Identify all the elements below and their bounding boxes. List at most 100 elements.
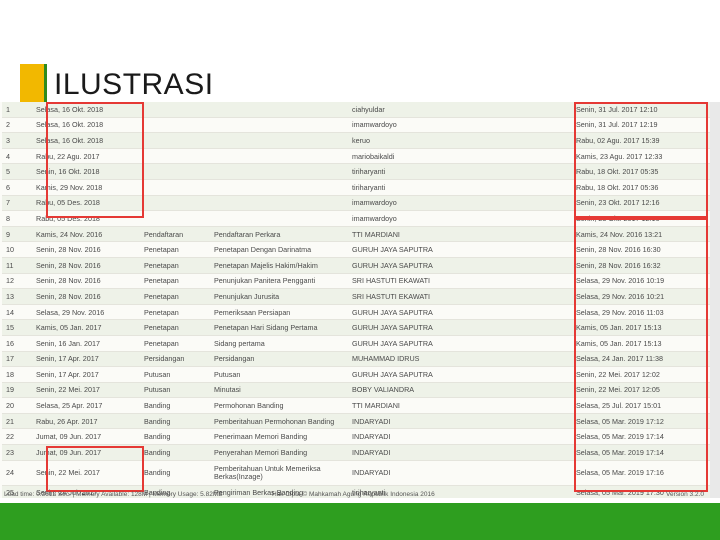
version-text: Version 3.2.0 <box>666 491 704 498</box>
cell-user: MUHAMMAD IDRUS <box>348 351 534 368</box>
cell-no: 15 <box>2 319 32 336</box>
cell-no: 17 <box>2 351 32 368</box>
cell-activity: Penyerahan Memori Banding <box>210 444 348 461</box>
cell-date: Jumat, 09 Jun. 2017 <box>32 428 140 446</box>
cell-date: Senin, 17 Apr. 2017 <box>32 366 140 383</box>
cell-user: TTI MARDIANI <box>348 226 534 243</box>
scrollbar[interactable] <box>710 102 720 498</box>
cell-no: 3 <box>2 132 32 149</box>
cell-no: 21 <box>2 413 32 430</box>
cell-no: 12 <box>2 273 32 290</box>
cell-date: Senin, 28 Nov. 2016 <box>32 273 140 290</box>
cell-stage: Banding <box>140 413 210 430</box>
cell-activity: Permohonan Banding <box>210 397 348 414</box>
highlight-box-times-top <box>574 102 708 218</box>
cell-no: 4 <box>2 148 32 165</box>
cell-stage: Penetapan <box>140 273 210 290</box>
cell-user: INDARYADI <box>348 428 534 446</box>
cell-no: 24 <box>2 460 32 486</box>
cell-no: 14 <box>2 304 32 321</box>
cell-activity: Pemberitahuan Untuk Memeriksa Berkas(Inz… <box>210 460 348 486</box>
cell-no: 23 <box>2 444 32 461</box>
cell-stage: Banding <box>140 397 210 414</box>
cell-activity <box>210 102 348 118</box>
cell-activity: Pemberitahuan Permohonan Banding <box>210 413 348 430</box>
cell-date: Kamis, 05 Jan. 2017 <box>32 319 140 336</box>
cell-stage <box>140 132 210 149</box>
cell-stage <box>140 210 210 227</box>
cell-no: 7 <box>2 195 32 212</box>
cell-date: Senin, 28 Nov. 2016 <box>32 288 140 305</box>
cell-stage: Penetapan <box>140 288 210 305</box>
cell-spacer <box>534 210 572 227</box>
cell-spacer <box>534 257 572 274</box>
cell-spacer <box>534 163 572 180</box>
title-accent-bar <box>20 64 44 102</box>
cell-stage <box>140 179 210 196</box>
cell-spacer <box>534 304 572 321</box>
cell-spacer <box>534 397 572 414</box>
cell-user: GURUH JAYA SAPUTRA <box>348 319 534 336</box>
cell-activity <box>210 195 348 212</box>
cell-spacer <box>534 319 572 336</box>
cell-spacer <box>534 132 572 149</box>
status-bar: Load time: 0.3612 Sec. | Memory Availabl… <box>0 490 710 500</box>
cell-activity: Penetapan Dengan Darinatma <box>210 241 348 258</box>
cell-user: BOBY VALIANDRA <box>348 382 534 399</box>
copyright-text: Hak Cipta © Mahkamah Agung Republik Indo… <box>272 491 435 498</box>
cell-spacer <box>534 179 572 196</box>
highlight-box-dates-bottom <box>46 446 144 492</box>
cell-no: 13 <box>2 288 32 305</box>
cell-spacer <box>534 273 572 290</box>
cell-no: 19 <box>2 382 32 399</box>
cell-spacer <box>534 335 572 352</box>
cell-user: imamwardoyo <box>348 195 534 212</box>
cell-user: GURUH JAYA SAPUTRA <box>348 257 534 274</box>
cell-stage <box>140 148 210 165</box>
cell-stage <box>140 195 210 212</box>
cell-date: Selasa, 29 Nov. 2016 <box>32 304 140 321</box>
cell-date: Selasa, 25 Apr. 2017 <box>32 397 140 414</box>
cell-date: Senin, 17 Apr. 2017 <box>32 351 140 368</box>
cell-spacer <box>534 366 572 383</box>
cell-stage: Banding <box>140 444 210 461</box>
cell-no: 20 <box>2 397 32 414</box>
cell-spacer <box>534 413 572 430</box>
cell-stage <box>140 117 210 134</box>
cell-user: SRI HASTUTI EKAWATI <box>348 273 534 290</box>
cell-activity <box>210 179 348 196</box>
cell-user: SRI HASTUTI EKAWATI <box>348 288 534 305</box>
cell-activity: Penunjukan Panitera Pengganti <box>210 273 348 290</box>
cell-user: TTI MARDIANI <box>348 397 534 414</box>
cell-no: 11 <box>2 257 32 274</box>
cell-activity: Persidangan <box>210 351 348 368</box>
cell-activity: Penunjukan Jurusita <box>210 288 348 305</box>
cell-spacer <box>534 382 572 399</box>
cell-activity: Penerimaan Memori Banding <box>210 428 348 446</box>
cell-user: tiriharyanti <box>348 179 534 196</box>
footer-band <box>0 503 720 540</box>
cell-spacer <box>534 428 572 446</box>
cell-stage: Pendaftaran <box>140 226 210 243</box>
cell-user: tiriharyanti <box>348 163 534 180</box>
cell-stage <box>140 102 210 118</box>
cell-activity <box>210 163 348 180</box>
cell-activity <box>210 117 348 134</box>
cell-stage <box>140 163 210 180</box>
cell-user: imamwardoyo <box>348 117 534 134</box>
cell-date: Senin, 22 Mei. 2017 <box>32 382 140 399</box>
cell-no: 5 <box>2 163 32 180</box>
cell-stage: Persidangan <box>140 351 210 368</box>
cell-user: INDARYADI <box>348 444 534 461</box>
cell-spacer <box>534 117 572 134</box>
cell-spacer <box>534 102 572 118</box>
cell-date: Rabu, 26 Apr. 2017 <box>32 413 140 430</box>
cell-no: 8 <box>2 210 32 227</box>
highlight-box-dates-top <box>46 102 144 218</box>
cell-stage: Penetapan <box>140 335 210 352</box>
cell-stage: Banding <box>140 428 210 446</box>
cell-spacer <box>534 241 572 258</box>
cell-user: mariobaikaldi <box>348 148 534 165</box>
slide-title: ILUSTRASI <box>54 68 214 101</box>
cell-no: 9 <box>2 226 32 243</box>
